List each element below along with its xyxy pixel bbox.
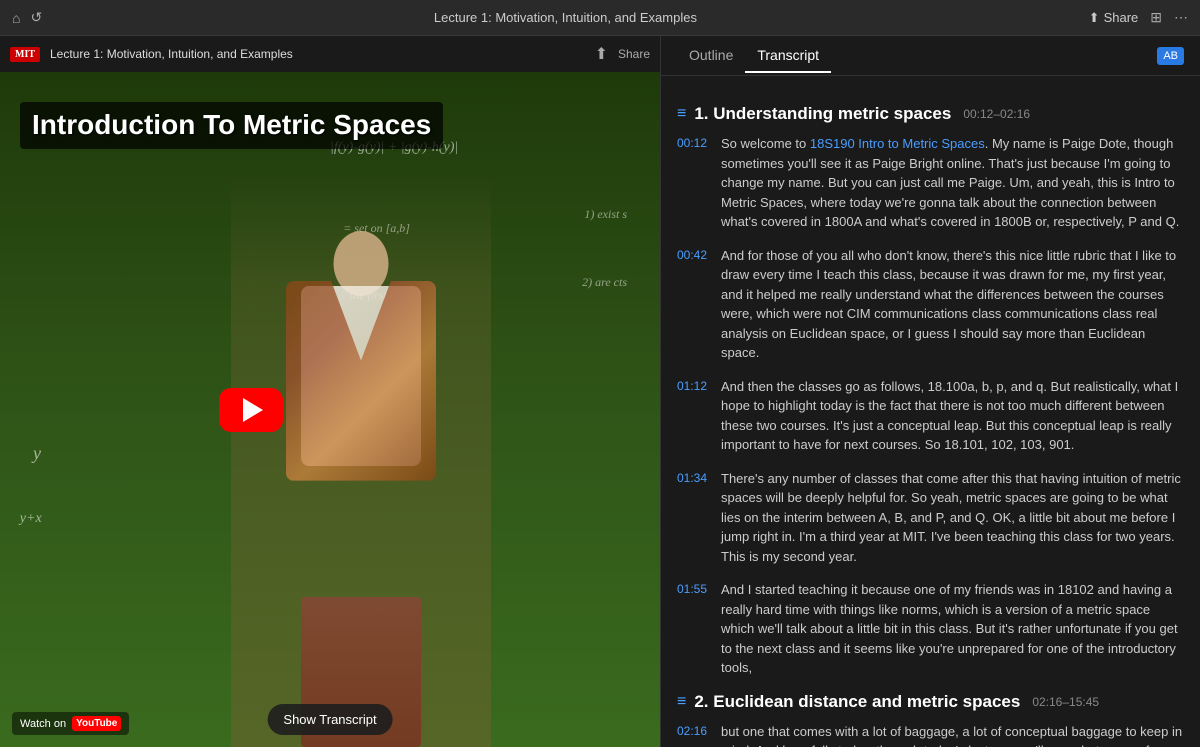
entry-text: So welcome to 18S190 Intro to Metric Spa… — [721, 134, 1184, 232]
section-time-range: 02:16–15:45 — [1032, 695, 1099, 709]
section-title: 2. Euclidean distance and metric spaces — [694, 692, 1020, 712]
video-panel: MIT Lecture 1: Motivation, Intuition, an… — [0, 36, 660, 747]
add-tab-icon[interactable]: ⊞ — [1150, 9, 1162, 26]
section-icon: ≡ — [677, 693, 686, 711]
transcript-entry[interactable]: 00:12 So welcome to 18S190 Intro to Metr… — [677, 134, 1184, 232]
transcript-entry[interactable]: 01:55 And I started teaching it because … — [677, 580, 1184, 678]
transcript-entry[interactable]: 02:16 but one that comes with a lot of b… — [677, 722, 1184, 747]
transcript-panel: Outline Transcript AB ≡ 1. Understanding… — [660, 36, 1200, 747]
entry-text: There's any number of classes that come … — [721, 469, 1184, 567]
more-options-icon[interactable]: ⋯ — [1174, 9, 1188, 26]
mit-header: MIT Lecture 1: Motivation, Intuition, an… — [0, 36, 660, 72]
person-figure — [231, 173, 491, 747]
section-header: ≡ 2. Euclidean distance and metric space… — [677, 692, 1184, 712]
transcript-entry[interactable]: 01:34 There's any number of classes that… — [677, 469, 1184, 567]
entry-timestamp: 00:42 — [677, 248, 711, 363]
entry-text: but one that comes with a lot of baggage… — [721, 722, 1184, 747]
entry-timestamp: 01:55 — [677, 582, 711, 678]
top-bar-right: ⬆ Share ⊞ ⋯ — [1089, 9, 1188, 26]
section-time-range: 00:12–02:16 — [963, 107, 1030, 121]
video-title-overlay: Introduction To Metric Spaces — [20, 102, 443, 149]
section-icon: ≡ — [677, 105, 686, 123]
video-main-title: Introduction To Metric Spaces — [32, 110, 431, 141]
back-icon[interactable]: ⌂ — [12, 10, 20, 26]
share-icon-video[interactable]: ⬆ — [595, 44, 608, 64]
entry-timestamp: 01:34 — [677, 471, 711, 567]
tab-transcript[interactable]: Transcript — [745, 39, 831, 73]
transcript-content[interactable]: ≡ 1. Understanding metric spaces 00:12–0… — [661, 76, 1200, 747]
top-bar-left: ⌂ ↺ — [12, 9, 42, 26]
play-button[interactable] — [219, 388, 283, 432]
youtube-logo: YouTube — [72, 716, 121, 731]
entry-text: And then the classes go as follows, 18.1… — [721, 377, 1184, 455]
top-bar-title: Lecture 1: Motivation, Intuition, and Ex… — [42, 10, 1088, 25]
show-transcript-button[interactable]: Show Transcript — [267, 704, 392, 735]
entry-text: And I started teaching it because one of… — [721, 580, 1184, 678]
language-button[interactable]: AB — [1157, 47, 1184, 65]
watch-on-label: Watch on — [20, 718, 66, 730]
history-icon[interactable]: ↺ — [30, 9, 42, 26]
youtube-watermark: Watch on YouTube — [12, 712, 129, 735]
video-thumbnail: |f(y)-g(y)| + |g(y)-h(y)| = set on [a,b]… — [0, 72, 660, 747]
share-label-video[interactable]: Share — [618, 47, 650, 61]
entry-timestamp: 02:16 — [677, 724, 711, 747]
share-icon: ⬆ — [1089, 10, 1100, 26]
transcript-entry[interactable]: 00:42 And for those of you all who don't… — [677, 246, 1184, 363]
entry-timestamp: 01:12 — [677, 379, 711, 455]
entry-timestamp: 00:12 — [677, 136, 711, 232]
entry-text: And for those of you all who don't know,… — [721, 246, 1184, 363]
share-button[interactable]: ⬆ Share — [1089, 10, 1139, 26]
video-area[interactable]: |f(y)-g(y)| + |g(y)-h(y)| = set on [a,b]… — [0, 72, 660, 747]
tabs-bar: Outline Transcript AB — [661, 36, 1200, 76]
top-bar: ⌂ ↺ Lecture 1: Motivation, Intuition, an… — [0, 0, 1200, 36]
tab-outline[interactable]: Outline — [677, 39, 745, 73]
mit-logo: MIT — [10, 47, 40, 62]
main-content: MIT Lecture 1: Motivation, Intuition, an… — [0, 36, 1200, 747]
section-header: ≡ 1. Understanding metric spaces 00:12–0… — [677, 104, 1184, 124]
transcript-entry[interactable]: 01:12 And then the classes go as follows… — [677, 377, 1184, 455]
mit-video-title: Lecture 1: Motivation, Intuition, and Ex… — [50, 47, 585, 61]
section-title: 1. Understanding metric spaces — [694, 104, 951, 124]
